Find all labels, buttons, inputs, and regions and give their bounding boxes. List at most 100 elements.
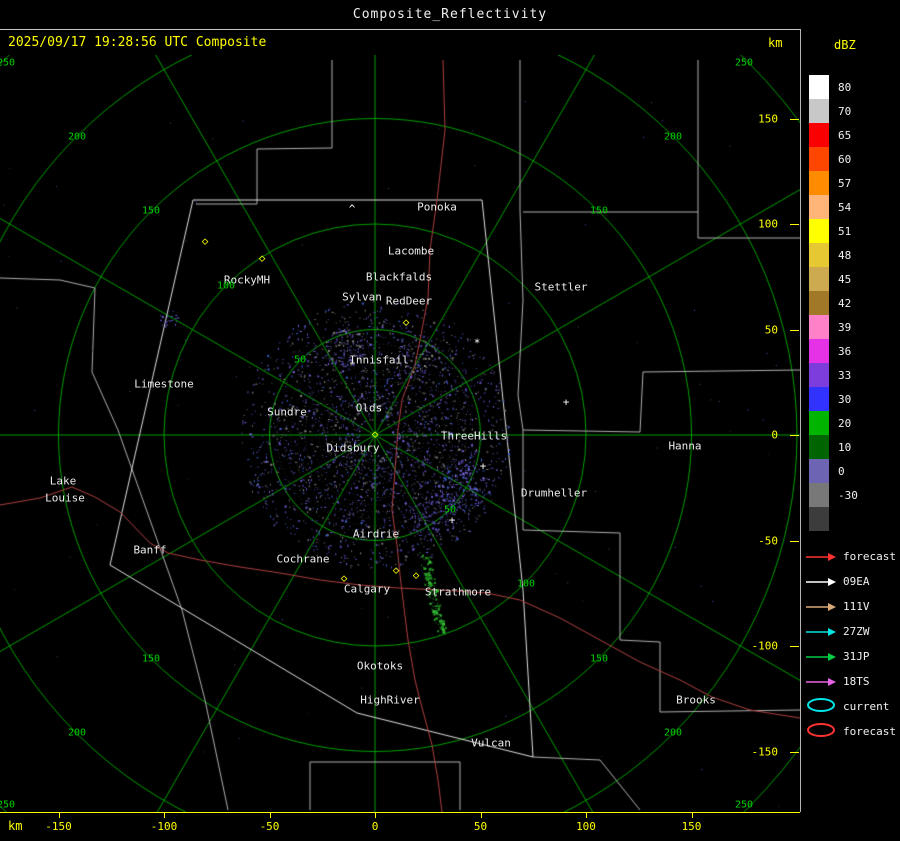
colorbar-item: 42 (809, 291, 858, 315)
track-arrow-icon (805, 547, 837, 566)
x-axis-tick (269, 813, 271, 818)
legend-item: forecast (805, 719, 896, 744)
colorbar-swatch (809, 99, 829, 123)
x-axis-tick (691, 813, 693, 818)
x-axis-tick (480, 813, 482, 818)
legend-item: 31JP (805, 644, 896, 669)
colorbar-swatch (809, 459, 829, 483)
colorbar-item: 0 (809, 459, 858, 483)
colorbar-swatch (809, 387, 829, 411)
track-ellipse-icon (805, 696, 837, 718)
radar-viewer-window: Composite_Reflectivity 2025/09/17 19:28:… (0, 0, 900, 841)
colorbar-value: 65 (838, 128, 852, 142)
colorbar-swatch (809, 219, 829, 243)
colorbar-title: dBZ (834, 38, 856, 52)
legend-label: current (843, 700, 890, 713)
track-ellipse-icon (805, 721, 837, 743)
colorbar-swatch (809, 435, 829, 459)
colorbar-swatch (809, 363, 829, 387)
colorbar-value: 57 (838, 176, 852, 190)
colorbar-value: 33 (838, 368, 852, 382)
colorbar-value: 51 (838, 224, 852, 238)
colorbar-value: 48 (838, 248, 852, 262)
colorbar-value: -30 (838, 488, 858, 502)
unit-label-top: km (768, 36, 783, 50)
radar-canvas[interactable] (0, 55, 800, 812)
colorbar-swatch (809, 147, 829, 171)
x-axis-label: 150 (681, 820, 702, 833)
colorbar-item: 20 (809, 411, 858, 435)
colorbar-item: 10 (809, 435, 858, 459)
colorbar-item: 54 (809, 195, 858, 219)
x-axis-label: -50 (259, 820, 280, 833)
track-arrow-icon (805, 572, 837, 591)
colorbar-swatch (809, 267, 829, 291)
window-title: Composite_Reflectivity (0, 0, 900, 30)
x-axis-tick (586, 813, 587, 818)
x-axis-label: 100 (576, 820, 596, 833)
legend-item: 09EA (805, 569, 896, 594)
colorbar-value: 54 (838, 200, 852, 214)
x-axis-label: 50 (473, 820, 488, 833)
colorbar-item: 65 (809, 123, 858, 147)
track-arrow-icon (805, 597, 837, 616)
colorbar-value: 36 (838, 344, 852, 358)
colorbar-item: 70 (809, 99, 858, 123)
colorbar-value: 70 (838, 104, 852, 118)
legend-label: 31JP (843, 650, 870, 663)
colorbar-swatch (809, 123, 829, 147)
track-legend: forecast 09EA 111V 27ZW 31JP 18TS current forec… (805, 544, 896, 744)
colorbar-value: 39 (838, 320, 852, 334)
colorbar-item: 30 (809, 387, 858, 411)
colorbar-swatch (809, 195, 829, 219)
colorbar: 80 70 65 60 57 54 51 48 45 42 39 36 33 30 20 10 0 -30 (809, 75, 858, 531)
colorbar-swatch (809, 243, 829, 267)
legend-item: 111V (805, 594, 896, 619)
x-axis-label: -150 (45, 820, 72, 833)
colorbar-item: 80 (809, 75, 858, 99)
track-arrow-icon (805, 622, 837, 641)
legend-item: 27ZW (805, 619, 896, 644)
colorbar-swatch (809, 315, 829, 339)
legend-item: 18TS (805, 669, 896, 694)
colorbar-value: 80 (838, 80, 852, 94)
legend-label: forecast (843, 725, 896, 738)
colorbar-value: 45 (838, 272, 852, 286)
x-axis-tick (58, 813, 60, 818)
colorbar-item: 60 (809, 147, 858, 171)
colorbar-value: 20 (838, 416, 852, 430)
colorbar-item: 33 (809, 363, 858, 387)
colorbar-swatch (809, 75, 829, 99)
colorbar-item: 48 (809, 243, 858, 267)
colorbar-value: 60 (838, 152, 852, 166)
colorbar-swatch (809, 291, 829, 315)
x-axis-label: 0 (371, 820, 379, 833)
scan-timestamp: 2025/09/17 19:28:56 UTC Composite (8, 35, 267, 50)
x-axis-tick (375, 813, 376, 818)
colorbar-item: 57 (809, 171, 858, 195)
legend-label: 27ZW (843, 625, 870, 638)
colorbar-value: 10 (838, 440, 852, 454)
radar-map[interactable]: Ponoka Lacombe Blackfalds Sylvan RedDeer Rock… (0, 55, 800, 813)
x-axis-tick (164, 813, 165, 818)
colorbar-swatch (809, 339, 829, 363)
x-axis: -150 -100 -50 0 50 100 150 (0, 813, 800, 841)
legend-item: current (805, 694, 896, 719)
track-arrow-icon (805, 672, 837, 691)
colorbar-item: 45 (809, 267, 858, 291)
colorbar-value: 30 (838, 392, 852, 406)
legend-label: forecast (843, 550, 896, 563)
legend-label: 09EA (843, 575, 870, 588)
colorbar-swatch (809, 483, 829, 507)
track-arrow-icon (805, 647, 837, 666)
colorbar-item: 36 (809, 339, 858, 363)
colorbar-value: 42 (838, 296, 852, 310)
side-panel: dBZ 80 70 65 60 57 54 51 48 45 42 39 36 33 30 20 10 0 -30… (801, 29, 900, 841)
colorbar-item: -30 (809, 483, 858, 507)
x-axis-label: -100 (150, 820, 178, 833)
colorbar-value: 0 (838, 464, 845, 478)
colorbar-item (809, 507, 858, 531)
colorbar-swatch (809, 507, 829, 531)
colorbar-swatch (809, 171, 829, 195)
colorbar-item: 51 (809, 219, 858, 243)
